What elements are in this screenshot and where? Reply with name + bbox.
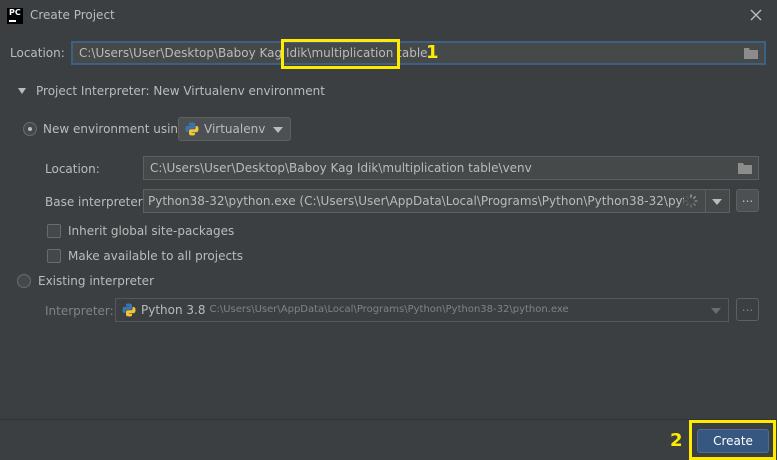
browse-existing-interpreter-button[interactable]: ... [736,298,759,321]
base-interpreter-select[interactable]: Python38-32\python.exe (C:\Users\User\Ap… [143,189,730,213]
location-path-prefix: C:\Users\User\Desktop\Baboy Kag Idik\ [79,46,312,60]
chevron-down-icon [711,308,721,314]
annotation-box-1 [281,39,400,69]
collapse-triangle-icon[interactable] [18,88,26,94]
environment-tool-value: Virtualenv [204,122,266,136]
new-environment-radio[interactable] [23,122,37,136]
environment-tool-dropdown[interactable]: Virtualenv [178,117,291,141]
annotation-marker-2: 2 [670,430,683,451]
location-input[interactable]: C:\Users\User\Desktop\Baboy Kag Idik\mul… [71,41,766,65]
existing-interpreter-path: C:\Users\User\AppData\Local\Programs\Pyt… [209,304,569,315]
folder-icon[interactable] [744,47,758,59]
loading-spinner-icon [684,194,698,208]
close-icon[interactable] [749,8,763,22]
base-interpreter-value: Python38-32\python.exe (C:\Users\User\Ap… [148,194,684,208]
python-icon [185,122,199,136]
chevron-down-icon [273,127,283,133]
existing-interpreter-name: Python 3.8 [141,303,206,317]
location-label: Location: [10,46,65,60]
interpreter-label: Interpreter: [45,304,114,318]
footer-divider [0,419,777,420]
make-available-label[interactable]: Make available to all projects [68,249,243,263]
window-title: Create Project [30,8,115,22]
interpreter-section-title[interactable]: Project Interpreter: New Virtualenv envi… [36,84,325,98]
folder-icon[interactable] [738,162,752,174]
existing-interpreter-radio[interactable] [17,274,31,288]
annotation-marker-1: 1 [426,42,439,63]
venv-location-label: Location: [45,162,100,176]
create-button[interactable]: Create [697,429,769,453]
inherit-packages-checkbox[interactable] [47,224,61,238]
existing-interpreter-select[interactable]: Python 3.8 C:\Users\User\AppData\Local\P… [115,298,729,322]
base-interpreter-label: Base interpreter: [45,195,147,209]
browse-base-interpreter-button[interactable]: ... [736,189,759,212]
make-available-checkbox[interactable] [47,249,61,263]
inherit-packages-label[interactable]: Inherit global site-packages [68,224,234,238]
python-icon [122,303,136,317]
divider [705,190,706,212]
chevron-down-icon [712,199,722,205]
venv-location-value: C:\Users\User\Desktop\Baboy Kag Idik\mul… [150,161,532,175]
pycharm-logo-icon: PC [7,8,23,24]
title-bar: PC Create Project [0,0,777,32]
new-environment-label[interactable]: New environment using [43,122,186,136]
venv-location-input[interactable]: C:\Users\User\Desktop\Baboy Kag Idik\mul… [143,156,759,180]
existing-interpreter-label[interactable]: Existing interpreter [38,274,154,288]
